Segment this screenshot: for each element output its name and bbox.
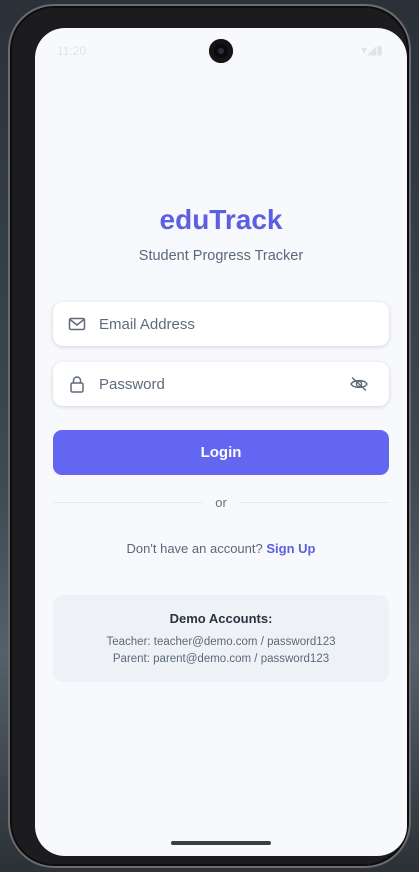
status-time: 11:20 xyxy=(57,44,87,58)
status-icons: ▾◢▮ xyxy=(361,43,383,57)
signup-prompt: Don't have an account? xyxy=(126,541,263,556)
lock-icon xyxy=(70,376,84,393)
mail-icon xyxy=(68,317,86,331)
signup-row: Don't have an account? Sign Up xyxy=(35,541,407,556)
demo-accounts-title: Demo Accounts: xyxy=(169,611,273,626)
signup-link[interactable]: Sign Up xyxy=(266,541,315,556)
home-indicator[interactable] xyxy=(171,841,271,845)
demo-parent-credentials: Parent: parent@demo.com / password123 xyxy=(112,653,330,665)
password-input[interactable] xyxy=(99,362,339,406)
demo-accounts-card: Demo Accounts: Teacher: teacher@demo.com… xyxy=(53,595,389,682)
login-button[interactable]: Login xyxy=(53,430,389,475)
demo-teacher-credentials: Teacher: teacher@demo.com / password123 xyxy=(106,636,336,648)
email-field[interactable] xyxy=(53,302,389,346)
app-subtitle: Student Progress Tracker xyxy=(138,248,304,264)
or-divider: or xyxy=(53,494,389,512)
password-field[interactable] xyxy=(53,362,389,406)
app-title: eduTrack xyxy=(159,204,283,235)
eye-off-icon[interactable] xyxy=(349,374,369,394)
front-camera xyxy=(209,39,233,63)
divider-line-right xyxy=(239,502,389,503)
email-input[interactable] xyxy=(99,302,339,346)
status-bar: 11:20 ▾◢▮ xyxy=(35,28,407,72)
phone-frame: 11:20 ▾◢▮ eduTrack Student Progress Trac… xyxy=(8,4,411,868)
app-screen: 11:20 ▾◢▮ eduTrack Student Progress Trac… xyxy=(35,28,407,856)
